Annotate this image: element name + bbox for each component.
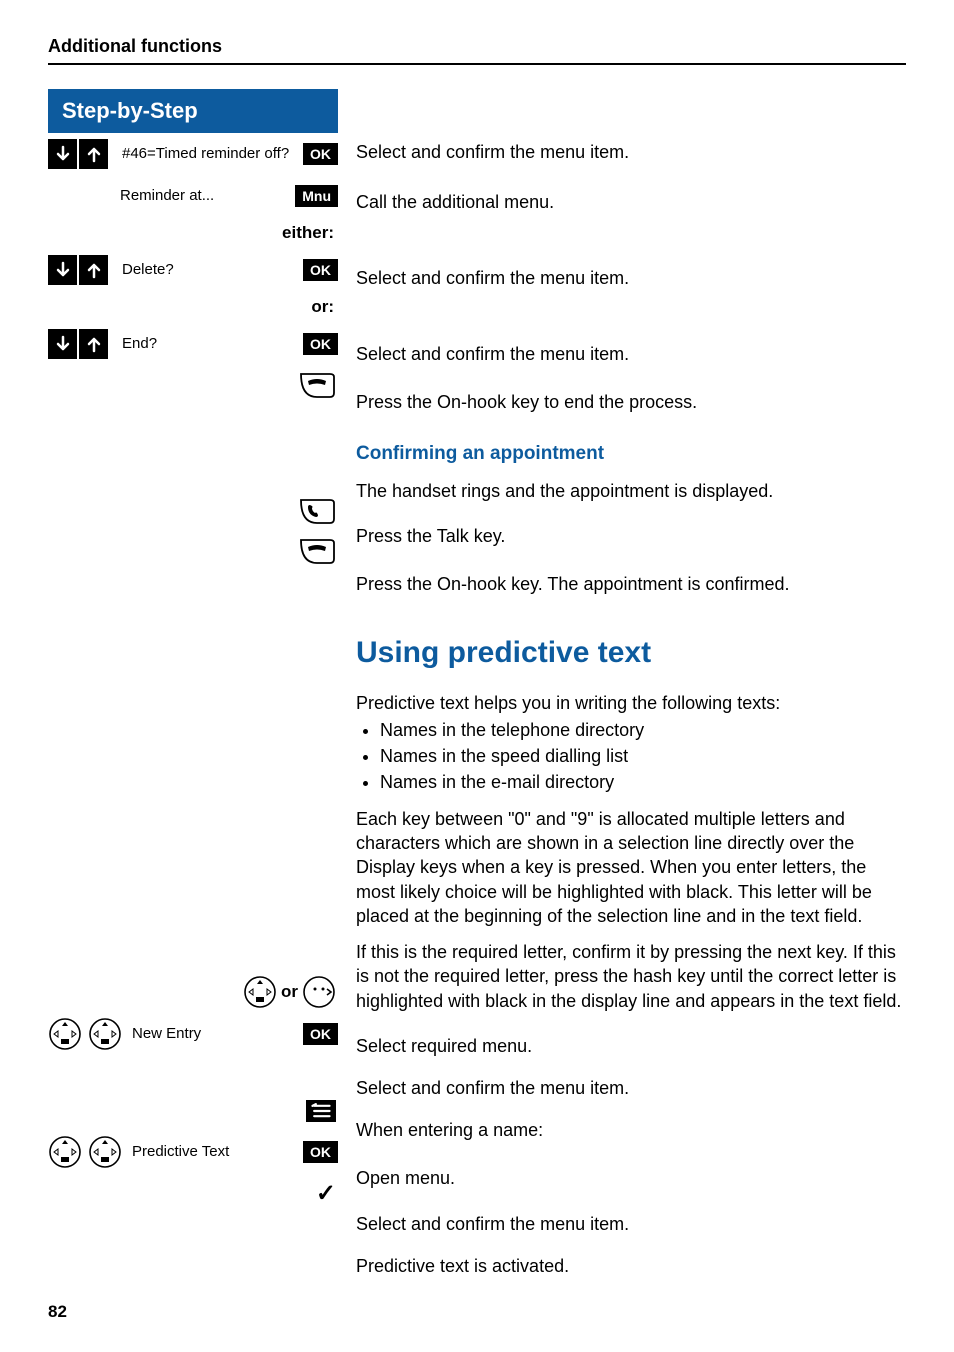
predictive-select-desc: Select and confirm the menu item.: [356, 1212, 629, 1236]
predictive-bullets: Names in the telephone directory Names i…: [380, 718, 906, 795]
nav-key-icon: [88, 1135, 122, 1169]
ok-key: OK: [303, 1141, 338, 1163]
predictive-heading: Using predictive text: [356, 633, 906, 674]
nav-dots-key-icon: [302, 975, 336, 1009]
step-desc: Call the additional menu.: [356, 190, 554, 214]
page-number: 82: [48, 1302, 67, 1322]
bullet-item: Names in the speed dialling list: [380, 744, 906, 768]
nav-key-icon: [48, 1135, 82, 1169]
ok-key: OK: [303, 1023, 338, 1045]
onhook-key-icon: [298, 371, 336, 399]
up-arrow-icon: [79, 255, 108, 285]
up-arrow-icon: [79, 329, 108, 359]
down-arrow-icon: [48, 139, 77, 169]
header-rule: [48, 63, 906, 65]
bullet-item: Names in the telephone directory: [380, 718, 906, 742]
display-text: Reminder at...: [116, 187, 295, 204]
mnu-key: Mnu: [295, 185, 338, 207]
display-text: Delete?: [118, 261, 303, 278]
select-menu-desc: Select required menu.: [356, 1034, 532, 1058]
confirming-heading: Confirming an appointment: [356, 441, 906, 467]
either-label: either:: [48, 217, 338, 249]
new-entry-desc: Select and confirm the menu item.: [356, 1076, 629, 1100]
bullet-item: Names in the e-mail directory: [380, 770, 906, 794]
confirm-intro: The handset rings and the appointment is…: [356, 479, 906, 503]
step-desc: Select and confirm the menu item.: [356, 342, 629, 366]
down-arrow-icon: [48, 329, 77, 359]
display-text: End?: [118, 335, 303, 352]
step-desc: Press the On-hook key to end the process…: [356, 390, 697, 414]
step-by-step-header: Step-by-Step: [48, 89, 338, 133]
checkmark-icon: ✓: [316, 1179, 336, 1208]
nav-key-icon: [48, 1017, 82, 1051]
ok-key: OK: [303, 143, 338, 165]
display-text: New Entry: [128, 1025, 303, 1042]
ok-key: OK: [303, 333, 338, 355]
menu-key-icon: [306, 1100, 336, 1122]
page-header: Additional functions: [48, 36, 906, 57]
nav-key-icon: [243, 975, 277, 1009]
display-text: #46=Timed reminder off?: [118, 145, 303, 162]
nav-arrows: [48, 329, 110, 359]
talk-key-icon: [298, 497, 336, 525]
step-desc: Select and confirm the menu item.: [356, 266, 629, 290]
onhook-key-icon: [298, 537, 336, 565]
predictive-intro: Predictive text helps you in writing the…: [356, 691, 906, 715]
predictive-activated-desc: Predictive text is activated.: [356, 1254, 569, 1278]
step-desc: Select and confirm the menu item.: [356, 140, 629, 164]
entering-name-desc: When entering a name:: [356, 1118, 543, 1142]
talk-desc: Press the Talk key.: [356, 524, 505, 548]
nav-arrows: [48, 139, 110, 169]
down-arrow-icon: [48, 255, 77, 285]
ok-key: OK: [303, 259, 338, 281]
onhook-desc: Press the On-hook key. The appointment i…: [356, 572, 790, 596]
or-label: or: [281, 982, 298, 1002]
nav-arrows: [48, 255, 110, 285]
display-text: Predictive Text: [128, 1143, 303, 1160]
or-label: or:: [48, 291, 338, 323]
up-arrow-icon: [79, 139, 108, 169]
predictive-para2: If this is the required letter, confirm …: [356, 940, 906, 1013]
nav-key-icon: [88, 1017, 122, 1051]
open-menu-desc: Open menu.: [356, 1166, 455, 1190]
predictive-para1: Each key between "0" and "9" is allocate…: [356, 807, 906, 928]
